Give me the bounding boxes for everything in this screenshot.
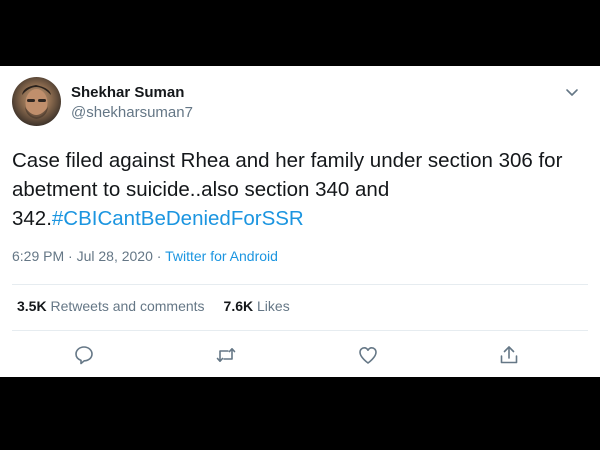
likes-stat[interactable]: 7.6K Likes xyxy=(224,298,290,314)
retweet-icon[interactable] xyxy=(215,344,237,366)
avatar[interactable] xyxy=(12,77,61,126)
hashtag-link[interactable]: #CBICantBeDeniedForSSR xyxy=(52,207,304,230)
retweets-stat[interactable]: 3.5K Retweets and comments xyxy=(17,298,205,314)
tweet-meta: 6:29 PM · Jul 28, 2020 · Twitter for And… xyxy=(12,248,278,264)
chevron-down-icon[interactable] xyxy=(562,82,582,102)
tweet-time[interactable]: 6:29 PM xyxy=(12,248,64,264)
divider xyxy=(12,284,588,285)
reply-icon[interactable] xyxy=(73,344,95,366)
likes-label: Likes xyxy=(257,298,290,314)
divider xyxy=(12,330,588,331)
tweet-date[interactable]: Jul 28, 2020 xyxy=(77,248,153,264)
meta-separator: · xyxy=(152,248,166,264)
like-icon[interactable] xyxy=(357,344,379,366)
meta-separator: · xyxy=(64,248,77,264)
retweets-count: 3.5K xyxy=(17,298,47,314)
tweet-stats: 3.5K Retweets and comments 7.6K Likes xyxy=(17,298,290,314)
author-name[interactable]: Shekhar Suman xyxy=(71,84,184,101)
retweets-label: Retweets and comments xyxy=(50,298,205,314)
likes-count: 7.6K xyxy=(223,298,254,314)
share-icon[interactable] xyxy=(498,344,520,366)
tweet-text: Case filed against Rhea and her family u… xyxy=(12,146,582,233)
tweet-card: Shekhar Suman @shekharsuman7 Case filed … xyxy=(0,66,600,377)
tweet-source-link[interactable]: Twitter for Android xyxy=(165,248,278,264)
author-handle[interactable]: @shekharsuman7 xyxy=(71,104,193,121)
